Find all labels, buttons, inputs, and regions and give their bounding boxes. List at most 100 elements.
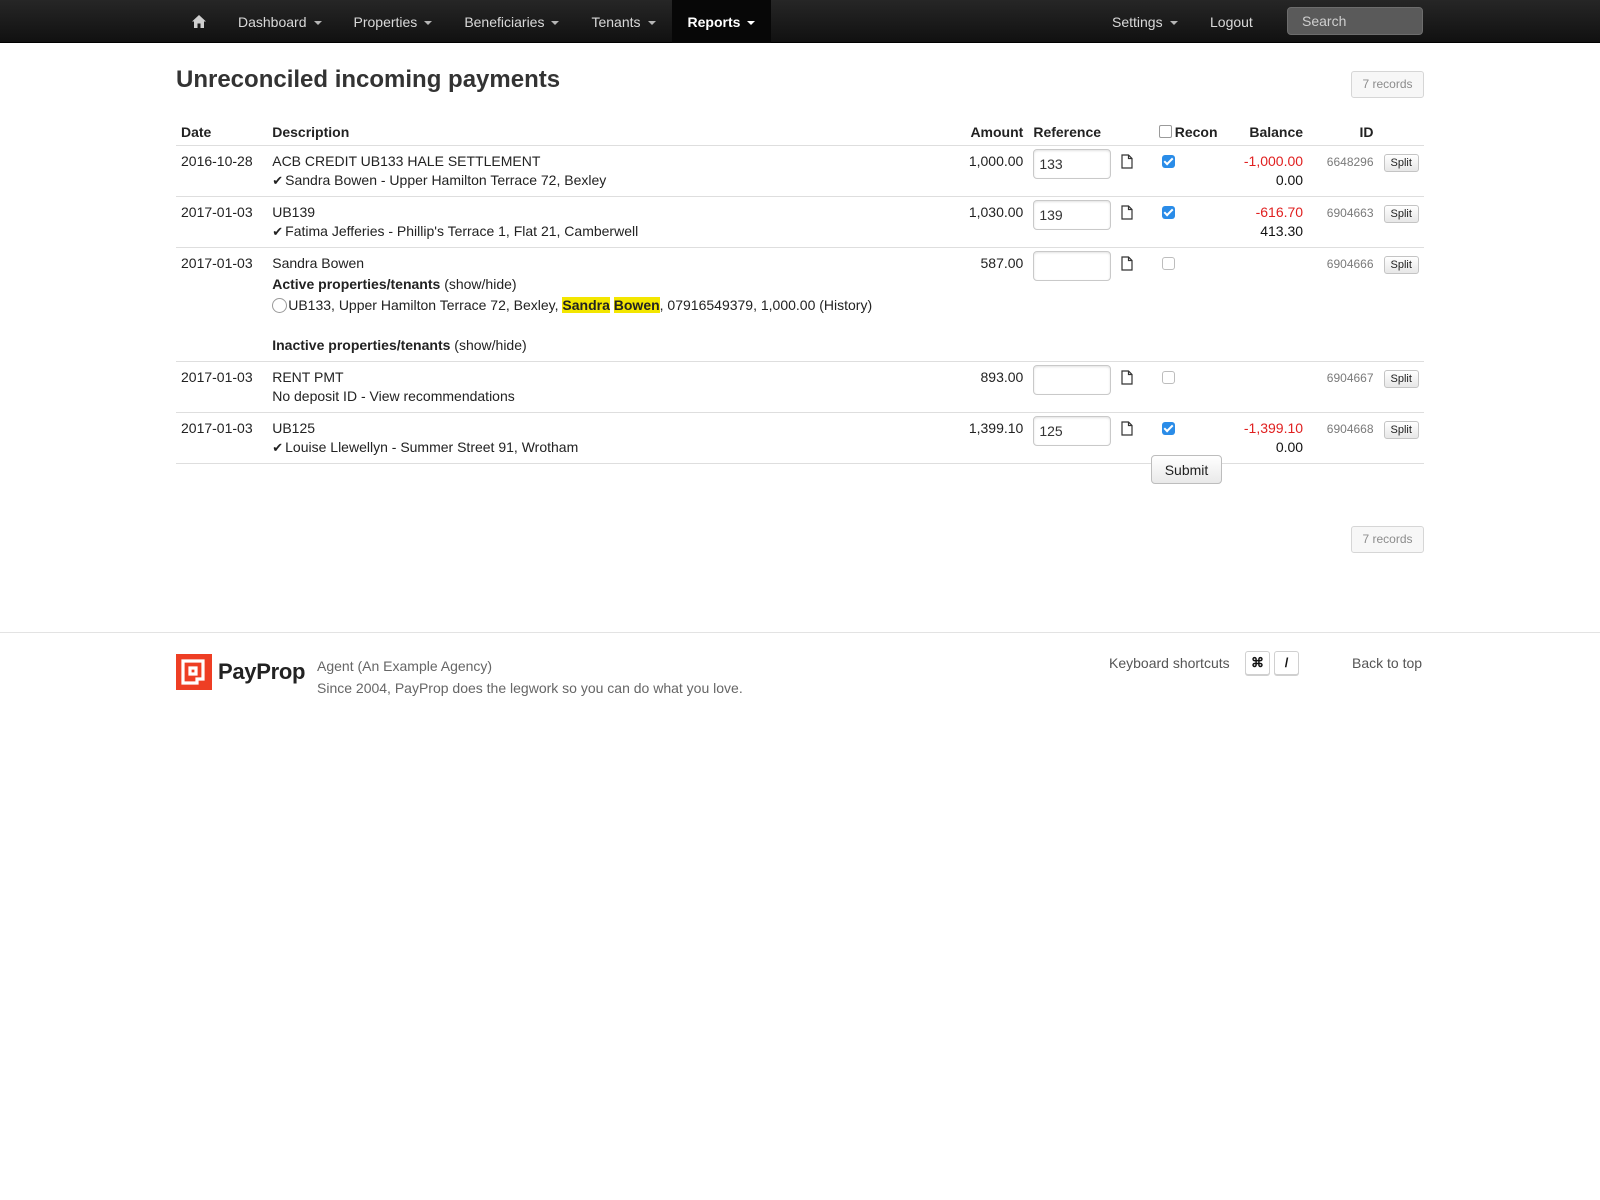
row-recon	[1153, 361, 1228, 413]
chevron-down-icon	[647, 20, 656, 25]
nav-dashboard-label: Dashboard	[238, 13, 307, 30]
recon-checkbox[interactable]	[1161, 155, 1175, 168]
nav-properties[interactable]: Properties	[338, 0, 449, 43]
row-description: UB125 ✔ Louise Llewellyn - Summer Street …	[267, 412, 937, 464]
document-icon[interactable]	[1121, 205, 1133, 220]
recon-checkbox[interactable]	[1161, 422, 1175, 435]
row-match-text[interactable]: Louise Llewellyn - Summer Street 91, Wro…	[285, 439, 578, 455]
chevron-down-icon	[747, 20, 756, 25]
view-recommendations-link[interactable]: No deposit ID - View recommendations	[272, 387, 931, 406]
reference-input[interactable]	[1033, 251, 1112, 281]
col-id[interactable]: ID	[1308, 120, 1379, 146]
col-date[interactable]: Date	[176, 120, 268, 146]
tenant-option-prefix: UB133, Upper Hamilton Terrace 72, Bexley…	[288, 297, 559, 313]
col-description[interactable]: Description	[267, 120, 937, 146]
recon-checkbox[interactable]	[1161, 257, 1175, 270]
document-icon[interactable]	[1121, 370, 1133, 385]
nav-beneficiaries[interactable]: Beneficiaries	[448, 0, 575, 43]
row-match: ✔ Sandra Bowen - Upper Hamilton Terrace 7…	[272, 171, 931, 190]
row-id: 6904666	[1308, 247, 1379, 362]
nav-dashboard[interactable]: Dashboard	[222, 0, 338, 43]
split-button[interactable]: Split	[1383, 370, 1419, 388]
row-description-text: ACB CREDIT UB133 HALE SETTLEMENT	[272, 153, 541, 169]
recon-checkbox[interactable]	[1161, 206, 1175, 219]
tenant-radio[interactable]	[272, 298, 288, 313]
active-show-hide-link[interactable]: (show/hide)	[444, 276, 516, 292]
nav-logout[interactable]: Logout	[1194, 0, 1269, 43]
row-date: 2017-01-03	[176, 361, 268, 413]
command-key[interactable]: ⌘	[1245, 651, 1270, 675]
submit-button[interactable]: Submit	[1151, 455, 1222, 484]
reference-input[interactable]	[1033, 200, 1112, 230]
record-id: 6904663	[1326, 206, 1374, 220]
col-doc	[1116, 120, 1154, 146]
balance-negative: -1,000.00	[1243, 153, 1304, 169]
chevron-down-icon	[1169, 20, 1178, 25]
row-balance: -1,000.00 0.00	[1227, 145, 1309, 197]
document-icon[interactable]	[1121, 154, 1133, 169]
row-match-text[interactable]: Sandra Bowen - Upper Hamilton Terrace 72…	[285, 172, 606, 188]
payments-table: Date Description Amount Reference Recon …	[176, 120, 1424, 464]
balance-value: 0.00	[1275, 439, 1304, 455]
reference-input[interactable]	[1033, 149, 1112, 179]
reference-input[interactable]	[1033, 416, 1112, 446]
row-balance: -616.70 413.30	[1227, 196, 1309, 248]
balance-negative: -616.70	[1255, 204, 1304, 220]
keyboard-shortcuts-label[interactable]: Keyboard shortcuts	[1109, 655, 1230, 671]
recon-checkbox[interactable]	[1161, 371, 1175, 384]
row-recon	[1153, 247, 1228, 362]
col-split	[1378, 120, 1424, 146]
row-match-text[interactable]: Fatima Jefferies - Phillip's Terrace 1, …	[285, 223, 638, 239]
row-reference	[1028, 247, 1117, 362]
row-description: Sandra Bowen Active properties/tenants (…	[267, 247, 937, 362]
record-id: 6648296	[1326, 155, 1374, 169]
nav-settings[interactable]: Settings	[1096, 0, 1194, 43]
active-properties-label: Active properties/tenants	[272, 276, 441, 292]
slash-key[interactable]: /	[1274, 651, 1299, 675]
inactive-show-hide-link[interactable]: (show/hide)	[454, 337, 526, 353]
check-icon: ✔	[272, 224, 284, 239]
table-row: 2017-01-03 Sandra Bowen Active propertie…	[176, 247, 1424, 362]
nav-settings-label: Settings	[1112, 13, 1163, 30]
row-id: 6904667	[1308, 361, 1379, 413]
reference-input[interactable]	[1033, 365, 1112, 395]
split-button[interactable]: Split	[1383, 421, 1419, 439]
row-amount: 1,399.10	[936, 412, 1029, 464]
document-icon[interactable]	[1121, 256, 1133, 271]
tenant-option: UB133, Upper Hamilton Terrace 72, Bexley…	[272, 296, 931, 315]
split-button[interactable]: Split	[1383, 154, 1419, 172]
active-properties-heading: Active properties/tenants (show/hide)	[272, 275, 931, 294]
col-amount[interactable]: Amount	[936, 120, 1029, 146]
col-balance[interactable]: Balance	[1227, 120, 1309, 146]
nav-home[interactable]	[176, 0, 222, 43]
row-id: 6904663	[1308, 196, 1379, 248]
row-description-text: UB125	[272, 420, 316, 436]
nav-beneficiaries-label: Beneficiaries	[464, 13, 545, 30]
balance-value: 413.30	[1260, 223, 1304, 239]
nav-reports[interactable]: Reports	[671, 0, 772, 43]
row-date: 2017-01-03	[176, 412, 268, 464]
row-amount: 893.00	[936, 361, 1029, 413]
nav-tenants-label: Tenants	[591, 13, 641, 30]
recon-select-all-checkbox[interactable]	[1158, 125, 1172, 138]
row-date: 2016-10-28	[176, 145, 268, 197]
payprop-logo-icon	[176, 654, 212, 690]
record-id: 6904668	[1326, 422, 1374, 436]
nav-reports-label: Reports	[687, 13, 741, 30]
page-title: Unreconciled incoming payments	[176, 66, 561, 93]
nav-tenants[interactable]: Tenants	[575, 0, 671, 43]
split-button[interactable]: Split	[1383, 205, 1419, 223]
brand-name: PayProp	[218, 659, 306, 684]
table-row: 2017-01-03 RENT PMT No deposit ID - View…	[176, 361, 1424, 413]
row-balance	[1227, 361, 1309, 413]
row-split: Split	[1378, 145, 1424, 197]
balance-negative: -1,399.10	[1243, 420, 1304, 436]
search-input[interactable]	[1287, 7, 1423, 35]
row-reference	[1028, 412, 1117, 464]
row-doc	[1116, 412, 1154, 464]
row-recon	[1153, 145, 1228, 197]
document-icon[interactable]	[1121, 421, 1133, 436]
back-to-top-link[interactable]: Back to top	[1352, 655, 1422, 671]
split-button[interactable]: Split	[1383, 256, 1419, 274]
col-reference[interactable]: Reference	[1028, 120, 1117, 146]
